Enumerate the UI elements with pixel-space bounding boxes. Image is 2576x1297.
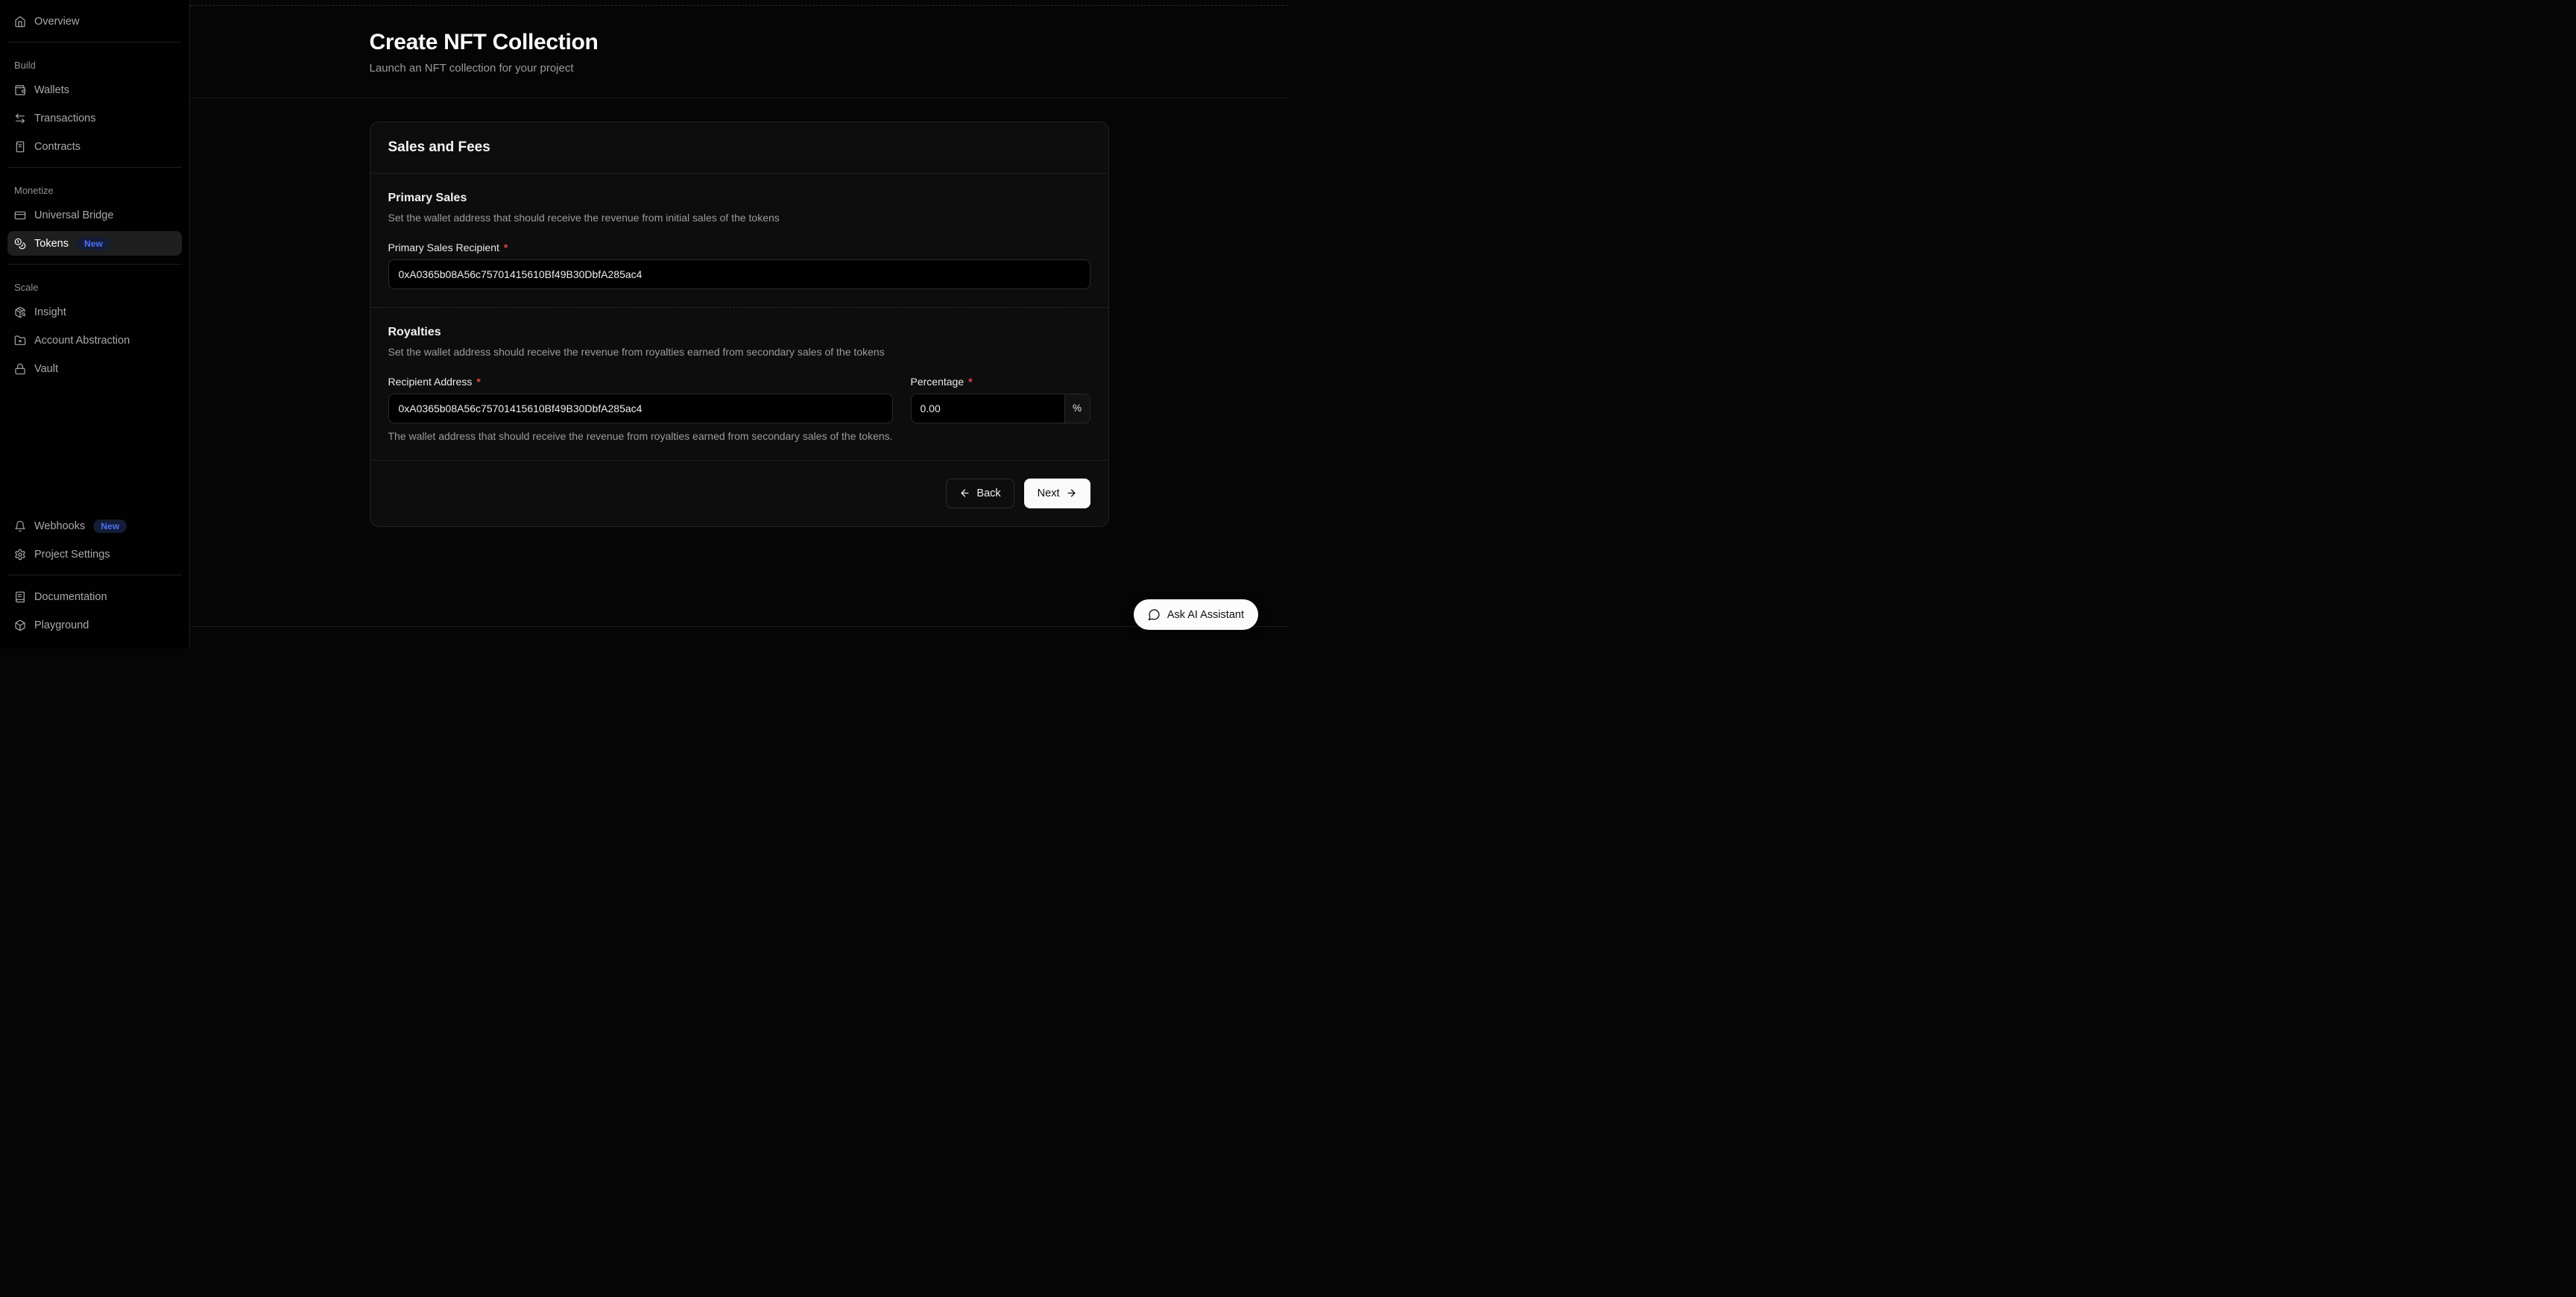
primary-sales-section: Primary Sales Set the wallet address tha… bbox=[370, 174, 1108, 307]
sidebar-item-documentation[interactable]: Documentation bbox=[7, 584, 182, 609]
next-button-label: Next bbox=[1038, 487, 1060, 499]
sidebar-item-overview[interactable]: Overview bbox=[7, 9, 182, 34]
sidebar: Overview Build Wallets Transactions Cont… bbox=[0, 0, 190, 648]
home-icon bbox=[14, 16, 26, 28]
sidebar-group-scale: Scale bbox=[7, 282, 182, 293]
sidebar-group-monetize: Monetize bbox=[7, 185, 182, 196]
new-badge: New bbox=[77, 237, 110, 250]
sidebar-item-label: Playground bbox=[34, 619, 89, 631]
sidebar-item-universal-bridge[interactable]: Universal Bridge bbox=[7, 203, 182, 227]
primary-sales-heading: Primary Sales bbox=[388, 192, 1090, 205]
sidebar-item-playground[interactable]: Playground bbox=[7, 613, 182, 637]
next-button[interactable]: Next bbox=[1024, 479, 1090, 508]
royalties-recipient-input[interactable] bbox=[388, 394, 893, 423]
royalties-description: Set the wallet address should receive th… bbox=[388, 345, 1090, 359]
percent-suffix: % bbox=[1064, 394, 1090, 423]
sidebar-item-label: Tokens bbox=[34, 238, 69, 250]
bottom-divider bbox=[190, 626, 1288, 627]
book-icon bbox=[14, 591, 26, 603]
sidebar-item-label: Webhooks bbox=[34, 520, 85, 532]
arrows-left-right-icon bbox=[14, 113, 26, 124]
bell-icon bbox=[14, 520, 26, 532]
page-header: Create NFT Collection Launch an NFT coll… bbox=[190, 6, 1288, 98]
sidebar-item-contracts[interactable]: Contracts bbox=[7, 134, 182, 159]
royalties-percentage-label: Percentage bbox=[911, 376, 965, 388]
sidebar-item-webhooks[interactable]: Webhooks New bbox=[7, 514, 182, 538]
sidebar-item-label: Vault bbox=[34, 363, 58, 375]
package-search-icon bbox=[14, 306, 26, 318]
sidebar-item-tokens[interactable]: Tokens New bbox=[7, 231, 182, 256]
ask-ai-assistant-button[interactable]: Ask AI Assistant bbox=[1134, 599, 1258, 630]
royalties-heading: Royalties bbox=[388, 326, 1090, 339]
sales-and-fees-card: Sales and Fees Primary Sales Set the wal… bbox=[370, 122, 1109, 527]
card-header: Sales and Fees bbox=[370, 122, 1108, 174]
credit-card-icon bbox=[14, 209, 26, 221]
royalties-percentage-input[interactable] bbox=[912, 394, 1064, 423]
sidebar-item-label: Project Settings bbox=[34, 549, 110, 561]
sidebar-item-label: Insight bbox=[34, 306, 66, 318]
card-footer: Back Next bbox=[370, 460, 1108, 526]
percentage-input-group: % bbox=[911, 394, 1090, 423]
sidebar-divider bbox=[7, 167, 182, 168]
required-asterisk: * bbox=[504, 242, 508, 253]
card-region: Sales and Fees Primary Sales Set the wal… bbox=[190, 122, 1288, 527]
sidebar-item-label: Wallets bbox=[34, 84, 69, 96]
sidebar-item-label: Account Abstraction bbox=[34, 335, 130, 347]
sidebar-item-wallets[interactable]: Wallets bbox=[7, 78, 182, 102]
gear-icon bbox=[14, 549, 26, 561]
sidebar-item-vault[interactable]: Vault bbox=[7, 356, 182, 381]
sidebar-item-label: Universal Bridge bbox=[34, 209, 113, 221]
sidebar-divider bbox=[7, 264, 182, 265]
sidebar-spacer bbox=[7, 385, 182, 514]
page-subtitle: Launch an NFT collection for your projec… bbox=[370, 62, 1109, 75]
required-asterisk: * bbox=[968, 376, 972, 388]
arrow-right-icon bbox=[1066, 487, 1077, 499]
back-button-label: Back bbox=[976, 487, 1000, 499]
sidebar-item-label: Overview bbox=[34, 16, 79, 28]
wallet-icon bbox=[14, 84, 26, 96]
chat-bubble-icon bbox=[1148, 608, 1161, 621]
cube-icon bbox=[14, 619, 26, 631]
page-title: Create NFT Collection bbox=[370, 30, 1109, 55]
ask-ai-assistant-label: Ask AI Assistant bbox=[1167, 609, 1244, 621]
sidebar-item-label: Documentation bbox=[34, 591, 107, 603]
royalties-recipient-label: Recipient Address bbox=[388, 376, 473, 388]
lock-icon bbox=[14, 363, 26, 375]
primary-sales-description: Set the wallet address that should recei… bbox=[388, 211, 1090, 225]
sidebar-item-label: Transactions bbox=[34, 113, 95, 124]
sidebar-item-transactions[interactable]: Transactions bbox=[7, 106, 182, 130]
sidebar-group-build: Build bbox=[7, 60, 182, 71]
sidebar-item-account-abstraction[interactable]: Account Abstraction bbox=[7, 328, 182, 353]
arrow-left-icon bbox=[959, 487, 970, 499]
coins-icon bbox=[14, 238, 26, 250]
royalties-section: Royalties Set the wallet address should … bbox=[370, 308, 1108, 460]
new-badge: New bbox=[93, 520, 127, 533]
sidebar-item-label: Contracts bbox=[34, 141, 80, 153]
sidebar-item-insight[interactable]: Insight bbox=[7, 300, 182, 324]
sidebar-item-project-settings[interactable]: Project Settings bbox=[7, 542, 182, 567]
required-asterisk: * bbox=[476, 376, 480, 388]
primary-sales-recipient-label: Primary Sales Recipient bbox=[388, 242, 499, 253]
royalties-helper-text: The wallet address that should receive t… bbox=[388, 430, 1090, 442]
primary-sales-recipient-input[interactable] bbox=[388, 259, 1090, 289]
card-title: Sales and Fees bbox=[388, 139, 1090, 156]
folder-dot-icon bbox=[14, 335, 26, 347]
contract-file-icon bbox=[14, 141, 26, 153]
back-button[interactable]: Back bbox=[946, 479, 1014, 508]
